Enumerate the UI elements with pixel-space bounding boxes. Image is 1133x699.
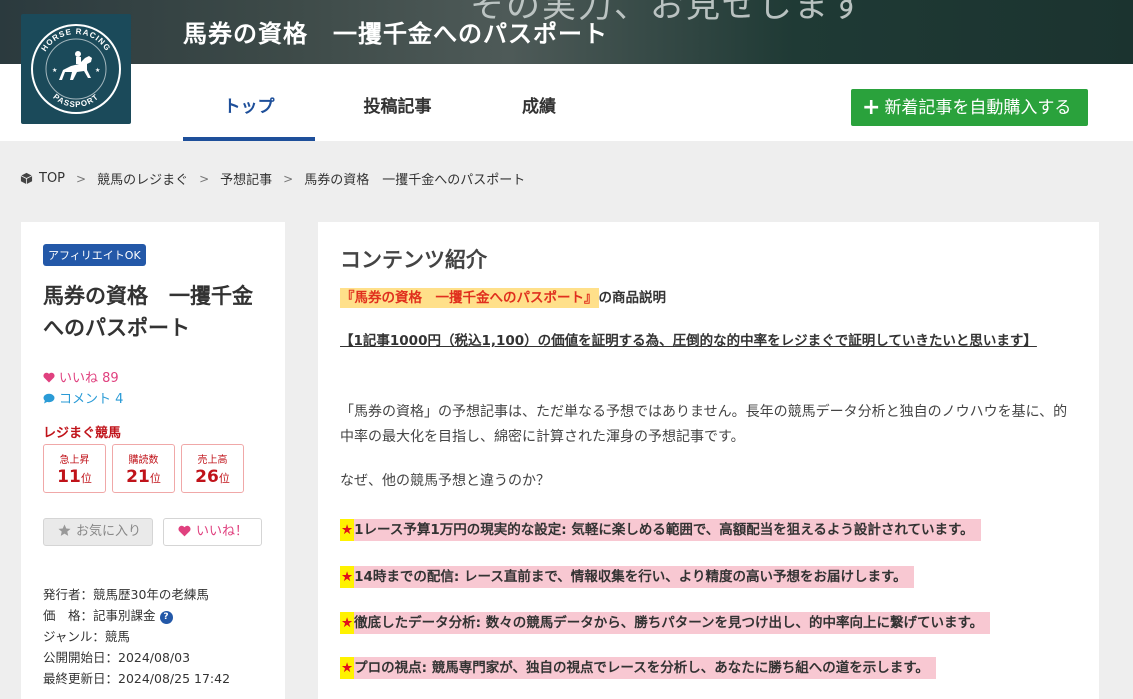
svg-text:★: ★ bbox=[95, 67, 100, 74]
feature-point: ★14時までの配信: レース直前まで、情報収集を行い、より精度の高い予想をお届け… bbox=[340, 565, 914, 588]
meta-price-row: 価 格：記事別課金? bbox=[43, 605, 230, 626]
rank-box-subscribers[interactable]: 購読数 21位 bbox=[112, 444, 175, 493]
feature-text: プロの視点: 競馬専門家が、独自の視点でレースを分析し、あなたに勝ち組への道を示… bbox=[354, 657, 936, 679]
auto-purchase-button[interactable]: + 新着記事を自動購入する bbox=[851, 89, 1088, 126]
site-title[interactable]: 馬券の資格 一攫千金へのパスポート bbox=[183, 14, 608, 49]
auto-purchase-label: 新着記事を自動購入する bbox=[884, 98, 1072, 118]
tab-posts[interactable]: 投稿記事 bbox=[340, 64, 455, 141]
rank-label: 急上昇 bbox=[59, 455, 90, 466]
rank-box-rising[interactable]: 急上昇 11位 bbox=[43, 444, 106, 493]
meta-price: 価 格：記事別課金 bbox=[43, 608, 156, 623]
rank-label: 売上高 bbox=[197, 455, 228, 466]
rank-label: 購読数 bbox=[128, 455, 159, 466]
likes-label: いいね 89 bbox=[59, 371, 119, 386]
cube-icon bbox=[20, 172, 33, 185]
intro-highlight: 『馬券の資格 一攫千金へのパスポート』 bbox=[340, 288, 599, 308]
meta-publisher: 発行者：競馬歴30年の老練馬 bbox=[43, 587, 209, 602]
content-panel: コンテンツ紹介 『馬券の資格 一攫千金へのパスポート』の商品説明 【1記事100… bbox=[318, 222, 1099, 699]
site-logo[interactable]: HORSE RACING PASSPORT ★ ★ bbox=[21, 14, 131, 124]
ranking-title: レジまぐ競馬 bbox=[43, 426, 122, 441]
help-icon[interactable]: ? bbox=[159, 611, 173, 624]
star-icon bbox=[58, 524, 71, 536]
heart-icon bbox=[178, 525, 191, 537]
svg-text:HORSE RACING: HORSE RACING bbox=[40, 27, 113, 53]
heart-icon bbox=[43, 372, 55, 383]
meta-updated: 最終更新日：2024/08/25 17:42 bbox=[43, 671, 231, 686]
svg-text:PASSPORT: PASSPORT bbox=[51, 92, 100, 109]
feature-text: 徹底したデータ分析: 数々の競馬データから、勝ちパターンを見つけ出し、的中率向上… bbox=[354, 612, 991, 634]
favorite-button[interactable]: お気に入り bbox=[43, 518, 153, 546]
product-intro: 『馬券の資格 一攫千金へのパスポート』の商品説明 bbox=[340, 286, 667, 308]
breadcrumb-top[interactable]: TOP bbox=[39, 171, 65, 186]
comments-label: コメント 4 bbox=[59, 392, 124, 407]
svg-text:★: ★ bbox=[52, 67, 57, 74]
question-paragraph: なぜ、他の競馬予想と違うのか？ bbox=[340, 473, 550, 489]
value-claim: 【1記事1000円（税込1,100）の価値を証明する為、圧倒的な的中率をレジまぐ… bbox=[340, 333, 1037, 349]
favorite-label: お気に入り bbox=[76, 524, 142, 539]
tab-top[interactable]: トップ bbox=[183, 64, 315, 141]
chevron-right-icon: > bbox=[283, 171, 294, 186]
breadcrumb-keiba[interactable]: 競馬のレジまぐ bbox=[97, 169, 188, 188]
comments-count[interactable]: コメント 4 bbox=[43, 388, 123, 407]
feature-point: ★プロの視点: 競馬専門家が、独自の視点でレースを分析し、あなたに勝ち組への道を… bbox=[340, 656, 936, 679]
like-label: いいね！ bbox=[196, 524, 249, 539]
header-banner: その実力、お見せします 馬券の資格 一攫千金へのパスポート bbox=[0, 0, 1133, 64]
breadcrumb-current: 馬券の資格 一攫千金へのパスポート bbox=[304, 173, 526, 188]
rank-value: 26位 bbox=[195, 467, 230, 487]
rank-box-sales[interactable]: 売上高 26位 bbox=[181, 444, 244, 493]
logo-text-top: HORSE RACING bbox=[40, 27, 112, 53]
meta-start-date: 公開開始日：2024/08/03 bbox=[43, 650, 191, 665]
feature-point: ★1レース予算1万円の現実的な設定: 気軽に楽しめる範囲で、高額配当を狙えるよう… bbox=[340, 518, 981, 541]
tab-results[interactable]: 成績 bbox=[490, 64, 588, 141]
logo-text-bottom: PASSPORT bbox=[51, 92, 99, 109]
likes-count[interactable]: いいね 89 bbox=[43, 367, 119, 386]
horse-logo-icon: HORSE RACING PASSPORT ★ ★ bbox=[31, 24, 121, 114]
feature-text: 14時までの配信: レース直前まで、情報収集を行い、より精度の高い予想をお届けし… bbox=[354, 566, 914, 588]
description-paragraph: 「馬券の資格」の予想記事は、ただ単なる予想ではありません。長年の競馬データ分析と… bbox=[340, 404, 1068, 445]
rank-value: 11位 bbox=[57, 467, 92, 487]
feature-point: ★徹底したデータ分析: 数々の競馬データから、勝ちパターンを見つけ出し、的中率向… bbox=[340, 611, 991, 634]
star-icon: ★ bbox=[340, 519, 355, 541]
content-heading: コンテンツ紹介 bbox=[340, 248, 487, 272]
article-meta: 発行者：競馬歴30年の老練馬 価 格：記事別課金? ジャンル：競馬 公開開始日：… bbox=[43, 584, 230, 689]
chevron-right-icon: > bbox=[199, 171, 210, 186]
affiliate-badge: アフィリエイトOK bbox=[43, 244, 146, 266]
star-icon: ★ bbox=[340, 612, 355, 634]
star-icon: ★ bbox=[340, 566, 355, 588]
rank-value: 21位 bbox=[126, 467, 161, 487]
chevron-right-icon: > bbox=[76, 171, 87, 186]
sidebar: アフィリエイトOK 馬券の資格 一攫千金へのパスポート いいね 89 コメント … bbox=[21, 222, 285, 699]
like-button[interactable]: いいね！ bbox=[163, 518, 262, 546]
breadcrumb-predictions[interactable]: 予想記事 bbox=[220, 169, 272, 188]
feature-text: 1レース予算1万円の現実的な設定: 気軽に楽しめる範囲で、高額配当を狙えるよう設… bbox=[354, 519, 981, 541]
star-icon: ★ bbox=[340, 657, 355, 679]
meta-genre: ジャンル：競馬 bbox=[43, 629, 130, 644]
sidebar-title: 馬券の資格 一攫千金へのパスポート bbox=[43, 284, 253, 340]
intro-rest: の商品説明 bbox=[598, 290, 667, 306]
comment-bubble-icon bbox=[43, 393, 55, 404]
breadcrumb: TOP > 競馬のレジまぐ > 予想記事 > 馬券の資格 一攫千金へのパスポート bbox=[20, 169, 525, 188]
plus-icon: + bbox=[862, 95, 881, 120]
